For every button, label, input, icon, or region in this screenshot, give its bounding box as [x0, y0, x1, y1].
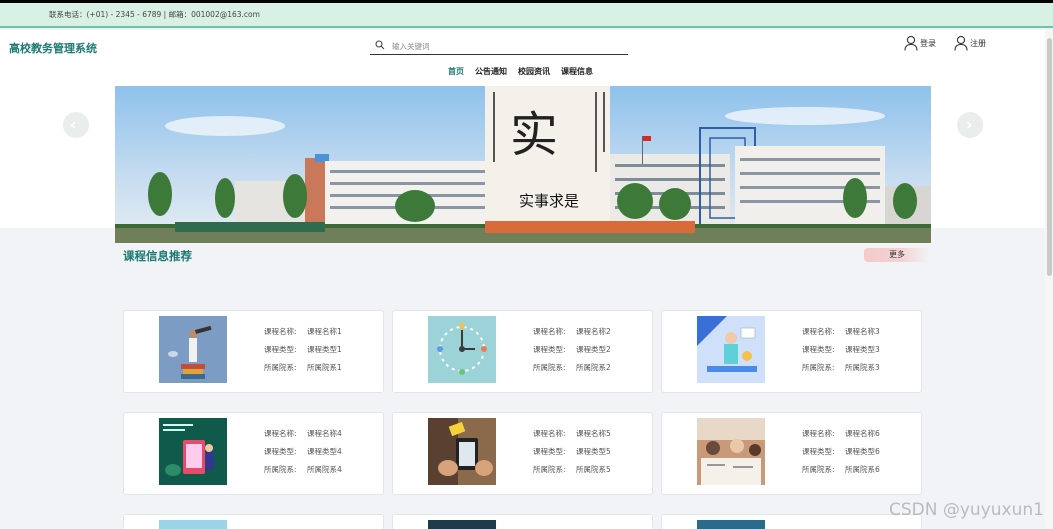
- course-type-label: 课程类型:: [533, 447, 566, 456]
- login-label[interactable]: 登录: [920, 38, 936, 49]
- course-dept-label: 所属院系:: [533, 363, 566, 372]
- course-type: 课程类型3: [845, 345, 880, 354]
- course-thumbnail: [428, 316, 496, 383]
- course-card[interactable]: [661, 514, 922, 529]
- course-type: 课程类型6: [845, 447, 880, 456]
- scrollbar-thumb[interactable]: [1047, 38, 1052, 276]
- nav-item-notices[interactable]: 公告通知: [475, 66, 507, 77]
- course-dept: 所属院系6: [845, 465, 880, 474]
- course-card[interactable]: 课程名称: 课程名称5 课程类型: 课程类型5 所属院系: 所属院系5: [392, 412, 653, 495]
- course-type: 课程类型5: [576, 447, 611, 456]
- course-name-label: 课程名称:: [802, 429, 835, 438]
- course-dept-label: 所属院系:: [533, 465, 566, 474]
- main-nav: 首页 公告通知 校园资讯 课程信息: [0, 66, 1053, 80]
- course-name-label: 课程名称:: [533, 327, 566, 336]
- course-thumbnail: [159, 316, 227, 383]
- user-icon: [904, 35, 918, 51]
- course-name-label: 课程名称:: [533, 429, 566, 438]
- course-type-label: 课程类型:: [264, 447, 297, 456]
- course-name: 课程名称3: [845, 327, 880, 336]
- course-card[interactable]: 课程名称: 课程名称6 课程类型: 课程类型6 所属院系: 所属院系6: [661, 412, 922, 495]
- course-name: 课程名称1: [307, 327, 342, 336]
- contact-bar: 联系电话：(+01) - 2345 - 6789 | 邮箱：001002@163…: [0, 3, 1053, 28]
- contact-info: 联系电话：(+01) - 2345 - 6789 | 邮箱：001002@163…: [49, 10, 260, 19]
- course-name-label: 课程名称:: [264, 327, 297, 336]
- course-thumbnail: [697, 316, 765, 383]
- banner-caption: 实事求是: [519, 192, 579, 210]
- csdn-watermark: CSDN @yuyuxun1: [889, 500, 1044, 520]
- nav-item-home[interactable]: 首页: [448, 66, 464, 77]
- course-dept-label: 所属院系:: [264, 363, 297, 372]
- course-thumbnail: [428, 520, 496, 529]
- chevron-right-icon: ›: [966, 115, 973, 134]
- course-card[interactable]: [392, 514, 653, 529]
- search-icon[interactable]: [375, 40, 385, 50]
- carousel-prev-button[interactable]: ‹: [63, 112, 89, 138]
- course-type: 课程类型4: [307, 447, 342, 456]
- chevron-left-icon: ‹: [70, 115, 77, 134]
- register-label[interactable]: 注册: [970, 38, 986, 49]
- banner-calligraphy: 实: [510, 107, 558, 163]
- course-dept-label: 所属院系:: [802, 363, 835, 372]
- more-button[interactable]: 更多: [864, 248, 930, 262]
- course-dept: 所属院系4: [307, 465, 342, 474]
- course-card[interactable]: [123, 514, 384, 529]
- carousel-next-button[interactable]: ›: [957, 112, 983, 138]
- course-name: 课程名称5: [576, 429, 611, 438]
- site-title: 高校教务管理系统: [9, 42, 97, 55]
- course-thumbnail: [697, 418, 765, 485]
- course-dept: 所属院系3: [845, 363, 880, 372]
- login-link[interactable]: 登录: [904, 35, 936, 51]
- course-dept: 所属院系1: [307, 363, 342, 372]
- register-link[interactable]: 注册: [954, 35, 986, 51]
- course-name-label: 课程名称:: [264, 429, 297, 438]
- course-card[interactable]: 课程名称: 课程名称3 课程类型: 课程类型3 所属院系: 所属院系3: [661, 310, 922, 393]
- course-thumbnail: [697, 520, 765, 529]
- course-dept-label: 所属院系:: [264, 465, 297, 474]
- course-thumbnail: [159, 520, 227, 529]
- course-card[interactable]: 课程名称: 课程名称2 课程类型: 课程类型2 所属院系: 所属院系2: [392, 310, 653, 393]
- header: 高校教务管理系统 登录 注册 首页 公告通知 校园资讯 课程信息: [0, 30, 1053, 86]
- course-type: 课程类型2: [576, 345, 611, 354]
- search-input[interactable]: [392, 39, 612, 53]
- search-box[interactable]: [370, 37, 628, 55]
- course-card[interactable]: 课程名称: 课程名称4 课程类型: 课程类型4 所属院系: 所属院系4: [123, 412, 384, 495]
- nav-item-courses[interactable]: 课程信息: [561, 66, 593, 77]
- course-name: 课程名称4: [307, 429, 342, 438]
- course-name: 课程名称2: [576, 327, 611, 336]
- campus-banner-image: 实 实事求是: [115, 86, 931, 243]
- section-title: 课程信息推荐: [123, 249, 192, 263]
- course-card[interactable]: 课程名称: 课程名称1 课程类型: 课程类型1 所属院系: 所属院系1: [123, 310, 384, 393]
- course-type: 课程类型1: [307, 345, 342, 354]
- course-thumbnail: [428, 418, 496, 485]
- course-dept-label: 所属院系:: [802, 465, 835, 474]
- nav-item-news[interactable]: 校园资讯: [518, 66, 550, 77]
- course-type-label: 课程类型:: [533, 345, 566, 354]
- course-dept: 所属院系2: [576, 363, 611, 372]
- user-add-icon: [954, 35, 968, 51]
- course-dept: 所属院系5: [576, 465, 611, 474]
- course-type-label: 课程类型:: [264, 345, 297, 354]
- course-type-label: 课程类型:: [802, 447, 835, 456]
- course-name: 课程名称6: [845, 429, 880, 438]
- course-type-label: 课程类型:: [802, 345, 835, 354]
- course-thumbnail: [159, 418, 227, 485]
- course-name-label: 课程名称:: [802, 327, 835, 336]
